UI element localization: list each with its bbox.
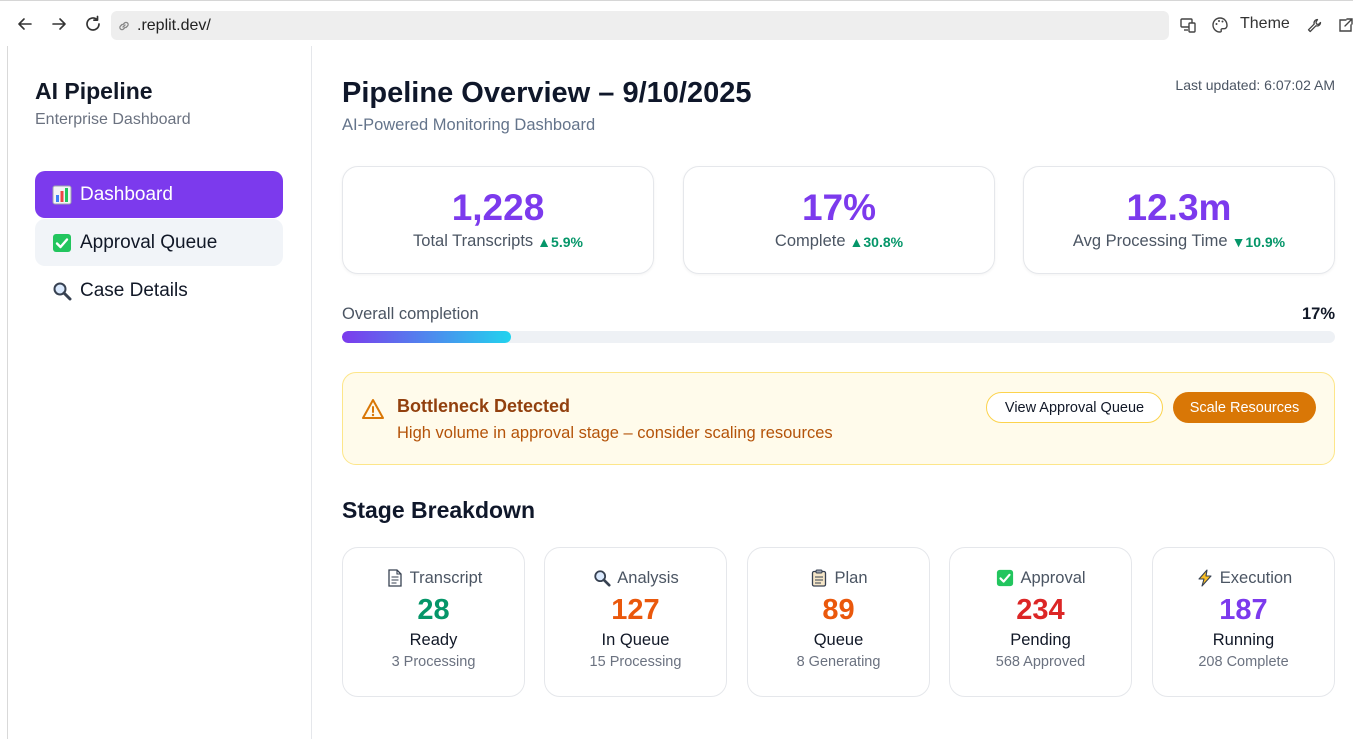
stat-value: 1,228: [451, 187, 545, 228]
progress-percent: 17%: [1301, 305, 1335, 323]
stat-value: 17%: [801, 187, 877, 228]
bottleneck-alert: Bottleneck Detected High volume in appro…: [342, 372, 1335, 465]
devices-icon[interactable]: [1177, 14, 1199, 36]
bar-chart-icon: [50, 184, 74, 206]
stage-status: In Queue: [601, 631, 670, 649]
stage-sub: 8 Generating: [796, 654, 881, 670]
stage-name: Analysis: [617, 568, 679, 587]
stage-name: Plan: [834, 568, 868, 587]
view-approval-queue-button[interactable]: View Approval Queue: [986, 392, 1163, 423]
scale-resources-button[interactable]: Scale Resources: [1173, 392, 1316, 423]
stage-card-transcript: Transcript 28 Ready 3 Processing: [342, 547, 525, 697]
palette-icon[interactable]: [1209, 14, 1231, 36]
stage-sub: 3 Processing: [391, 654, 476, 670]
stage-status: Running: [1212, 631, 1275, 649]
stage-status: Queue: [813, 631, 864, 649]
trend-badge: ▼10.9%: [1231, 233, 1286, 250]
stage-name: Execution: [1219, 568, 1293, 587]
stage-card-plan: Plan 89 Queue 8 Generating: [747, 547, 930, 697]
stage-card-analysis: Analysis 127 In Queue 15 Processing: [544, 547, 727, 697]
stage-value: 187: [1219, 594, 1268, 626]
progress-fill: [342, 331, 511, 343]
progress-bar: [342, 331, 1335, 343]
warning-icon: [361, 397, 385, 421]
stage-value: 28: [417, 594, 450, 626]
browser-toolbar: .replit.dev/ Theme: [0, 0, 1353, 46]
progress-label: Overall completion: [342, 305, 479, 323]
stat-label: Total Transcripts: [413, 232, 534, 250]
page-title: Pipeline Overview – 9/10/2025: [342, 77, 752, 109]
stage-card-approval: Approval 234 Pending 568 Approved: [949, 547, 1132, 697]
sidebar-item-label: Case Details: [80, 279, 188, 301]
stage-name: Approval: [1020, 568, 1086, 587]
sidebar-item-dashboard[interactable]: Dashboard: [35, 171, 283, 218]
page-subtitle: AI-Powered Monitoring Dashboard: [342, 116, 596, 134]
link-icon: [117, 18, 133, 34]
stage-sub: 15 Processing: [589, 654, 682, 670]
page-icon: [385, 568, 405, 588]
stat-value: 12.3m: [1126, 187, 1232, 228]
clipboard-icon: [809, 568, 829, 588]
theme-button-label[interactable]: Theme: [1240, 15, 1290, 33]
sidebar-item-approval-queue[interactable]: Approval Queue: [35, 219, 283, 266]
forward-arrow-icon[interactable]: [48, 13, 70, 35]
stage-sub: 208 Complete: [1198, 654, 1289, 670]
alert-title: Bottleneck Detected: [397, 396, 571, 416]
stat-label: Avg Processing Time: [1072, 232, 1228, 250]
stage-breakdown-title: Stage Breakdown: [342, 497, 535, 523]
trend-badge: ▲5.9%: [537, 233, 583, 250]
sidebar-item-label: Approval Queue: [80, 231, 218, 253]
sidebar-item-label: Dashboard: [80, 183, 173, 205]
sidebar-item-case-details[interactable]: Case Details: [35, 267, 283, 314]
sidebar: AI Pipeline Enterprise Dashboard Dashboa…: [8, 46, 312, 739]
stage-status: Ready: [409, 631, 458, 649]
magnifier-icon: [592, 568, 612, 588]
address-bar[interactable]: .replit.dev/: [111, 11, 1169, 40]
stage-card-execution: Execution 187 Running 208 Complete: [1152, 547, 1335, 697]
stat-label: Complete: [774, 232, 846, 250]
stage-value: 89: [822, 594, 855, 626]
magnifier-icon: [50, 280, 74, 302]
stat-card-total-transcripts: 1,228 Total Transcripts ▲5.9%: [342, 166, 654, 274]
trend-badge: ▲30.8%: [849, 233, 904, 250]
reload-icon[interactable]: [82, 13, 104, 35]
check-mark-icon: [995, 568, 1015, 588]
app-subtitle: Enterprise Dashboard: [35, 111, 191, 128]
stage-status: Pending: [1010, 631, 1071, 649]
alert-message: High volume in approval stage – consider…: [397, 424, 833, 442]
wrench-icon[interactable]: [1303, 14, 1325, 36]
check-mark-icon: [50, 232, 74, 254]
stage-name: Transcript: [409, 568, 483, 587]
url-text: .replit.dev/: [137, 16, 211, 34]
last-updated: Last updated: 6:07:02 AM: [1175, 77, 1335, 93]
stage-value: 234: [1016, 594, 1065, 626]
main-content: Pipeline Overview – 9/10/2025 AI-Powered…: [313, 46, 1353, 739]
stat-card-complete: 17% Complete ▲30.8%: [683, 166, 995, 274]
lightning-icon: [1195, 568, 1215, 588]
stat-card-avg-processing-time: 12.3m Avg Processing Time ▼10.9%: [1023, 166, 1335, 274]
app-title: AI Pipeline: [35, 78, 153, 104]
external-link-icon[interactable]: [1334, 14, 1353, 36]
back-arrow-icon[interactable]: [14, 13, 36, 35]
stage-value: 127: [611, 594, 660, 626]
stage-sub: 568 Approved: [995, 654, 1086, 670]
